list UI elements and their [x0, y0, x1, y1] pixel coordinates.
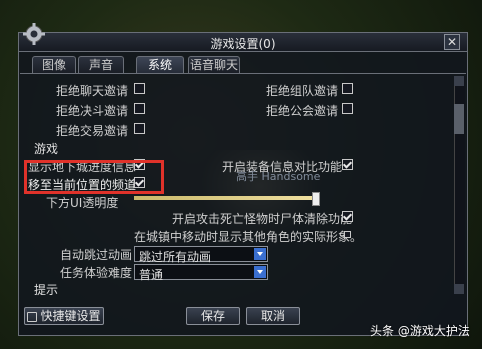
watermark: 头条 @游戏大护法 [370, 324, 470, 338]
town-real-look-label: 在城镇中移动时显示其他角色的实际形象。 [134, 230, 363, 244]
tab-graphics[interactable]: 图像 [32, 56, 76, 73]
refuse-trade-checkbox[interactable] [134, 123, 145, 134]
quest-difficulty-select[interactable]: 普通 [134, 264, 268, 282]
tab-divider [20, 73, 466, 74]
scroll-up-button[interactable] [454, 76, 464, 86]
auto-skip-select[interactable]: 跳过所有动画 [134, 246, 268, 264]
refuse-party-checkbox[interactable] [342, 83, 353, 94]
transparency-slider-handle[interactable] [312, 192, 320, 206]
scrollbar-thumb[interactable] [454, 104, 464, 134]
refuse-guild-checkbox[interactable] [342, 103, 353, 114]
refuse-duel-checkbox[interactable] [134, 103, 145, 114]
close-button[interactable]: ✕ [444, 34, 460, 50]
scroll-down-button[interactable] [454, 284, 464, 294]
transparency-slider-track[interactable] [134, 196, 316, 200]
auto-skip-label: 自动跳过动画 [60, 248, 133, 262]
refuse-duel-label: 拒绝决斗邀请 [56, 104, 129, 118]
tab-sound[interactable]: 声音 [78, 56, 124, 73]
refuse-trade-label: 拒绝交易邀请 [56, 124, 129, 138]
refuse-party-label: 拒绝组队邀请 [266, 84, 339, 98]
refuse-guild-label: 拒绝公会邀请 [266, 104, 339, 118]
tab-voice-chat[interactable]: 语音聊天 [188, 56, 240, 73]
corpse-clear-label: 开启攻击死亡怪物时尸体清除功能 [172, 212, 353, 226]
section-game: 游戏 [34, 142, 59, 156]
quest-difficulty-value: 普通 [139, 268, 164, 282]
refuse-chat-label: 拒绝聊天邀请 [56, 84, 129, 98]
dialog-title: 游戏设置(0) [210, 37, 276, 51]
quest-difficulty-label: 任务体验难度 [60, 266, 133, 280]
town-real-look-checkbox[interactable] [344, 231, 351, 238]
background-character-name: 高手 Handsome [236, 170, 321, 183]
keyboard-icon [27, 311, 38, 322]
shortcut-settings-label: 快捷键设置 [40, 309, 101, 323]
save-button[interactable]: 保存 [186, 307, 240, 325]
gear-icon [23, 23, 45, 45]
highlight-box [24, 160, 164, 194]
corpse-clear-checkbox[interactable] [342, 211, 353, 222]
auto-skip-value: 跳过所有动画 [139, 250, 212, 264]
tab-system[interactable]: 系统 [136, 56, 184, 73]
chevron-down-icon [254, 266, 266, 278]
ui-transparency-label: 下方UI透明度 [46, 196, 119, 210]
section-hints: 提示 [34, 283, 59, 297]
chevron-down-icon [254, 248, 266, 260]
shortcut-settings-button[interactable]: 快捷键设置 [24, 307, 104, 325]
dialog-titlebar[interactable]: 游戏设置(0) [18, 32, 468, 52]
refuse-chat-checkbox[interactable] [134, 83, 145, 94]
compare-equipment-checkbox[interactable] [342, 159, 353, 170]
cancel-button[interactable]: 取消 [246, 307, 300, 325]
